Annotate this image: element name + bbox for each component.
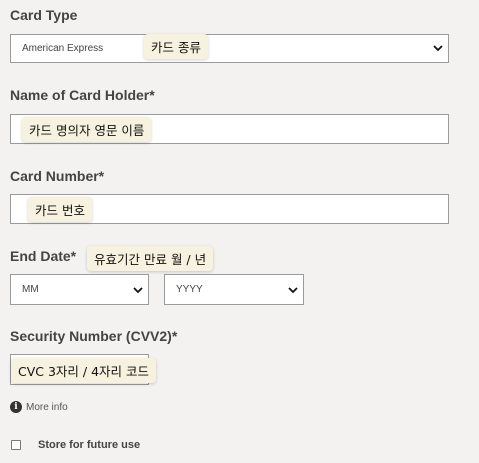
card-number-label: Card Number* — [10, 168, 105, 184]
card-type-tooltip: 카드 종류 — [144, 34, 208, 59]
card-type-select[interactable]: American Express — [10, 34, 449, 63]
security-number-label: Security Number (CVV2)* — [10, 328, 178, 344]
card-holder-tooltip: 카드 명의자 영문 이름 — [22, 117, 152, 142]
year-selected-value: YYYY — [176, 284, 203, 295]
month-select[interactable]: MM — [10, 274, 149, 305]
chevron-down-icon — [288, 287, 298, 294]
card-type-label: Card Type — [10, 7, 78, 23]
more-info-link[interactable]: More info — [26, 402, 68, 413]
card-number-tooltip: 카드 번호 — [28, 197, 92, 222]
store-label: Store for future use — [38, 439, 141, 451]
chevron-down-icon — [133, 287, 143, 294]
end-date-tooltip: 유효기간 만료 월 / 년 — [87, 246, 214, 271]
security-number-tooltip: CVC 3자리 / 4자리 코드 — [11, 358, 157, 383]
card-type-selected-value: American Express — [22, 43, 104, 54]
store-checkbox[interactable] — [11, 440, 21, 450]
card-holder-label: Name of Card Holder* — [10, 87, 155, 103]
info-icon[interactable]: i — [10, 401, 22, 413]
chevron-down-icon — [433, 45, 443, 52]
end-date-label: End Date* — [10, 248, 77, 264]
month-selected-value: MM — [22, 284, 39, 295]
year-select[interactable]: YYYY — [164, 274, 304, 305]
